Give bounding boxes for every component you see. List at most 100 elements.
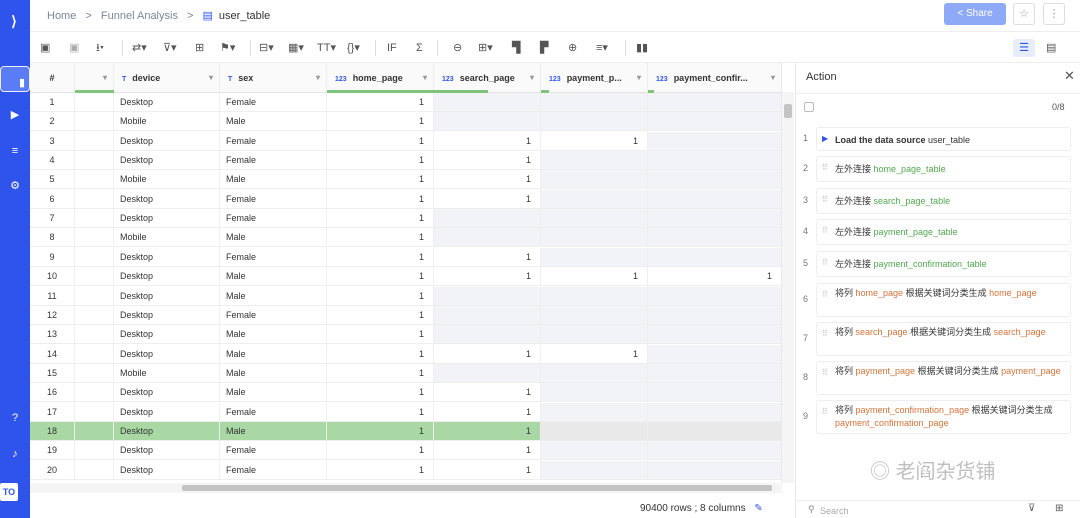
table-cell[interactable]: 1 xyxy=(327,209,434,229)
table-cell[interactable]: Male xyxy=(220,421,327,441)
table-cell[interactable]: Desktop xyxy=(114,286,220,306)
action-step[interactable]: ⠿ 将列 payment_page 根据关键词分类生成 payment_page xyxy=(816,361,1071,395)
table-cell[interactable] xyxy=(75,267,114,287)
chart-icon[interactable]: ▮▮ xyxy=(636,39,648,57)
table-cell[interactable] xyxy=(75,402,114,422)
table-row[interactable]: 10 Desktop Male 1 1 1 1 xyxy=(30,267,781,287)
layers-icon[interactable]: ≡ xyxy=(0,138,30,164)
table-cell[interactable]: Female xyxy=(220,93,327,112)
download-icon[interactable]: ⭳▾ xyxy=(96,39,104,57)
action-step[interactable]: ⠿ 左外连接 search_page_table xyxy=(816,188,1071,214)
table-cell[interactable] xyxy=(434,286,541,306)
table-row[interactable]: 14 Desktop Male 1 1 1 xyxy=(30,344,781,364)
table-cell[interactable]: 1 xyxy=(327,247,434,267)
action-step[interactable]: ⠿ 左外连接 payment_confirmation_table xyxy=(816,251,1071,277)
column-header[interactable]: 123 payment_p... ▾ xyxy=(541,63,648,93)
table-cell[interactable] xyxy=(434,228,541,248)
app-logo[interactable]: ⟩ xyxy=(4,10,24,32)
calendar-icon[interactable]: ▦▾ xyxy=(288,39,304,57)
table-cell[interactable] xyxy=(541,209,648,229)
table-cell[interactable]: Desktop xyxy=(114,93,220,112)
chevron-down-icon[interactable]: ▾ xyxy=(637,63,641,92)
table-cell[interactable] xyxy=(434,363,541,383)
help-icon[interactable]: ? xyxy=(0,405,30,431)
table-row[interactable]: 15 Mobile Male 1 xyxy=(30,363,781,383)
table-row[interactable]: 2 Mobile Male 1 xyxy=(30,112,781,132)
user-badge[interactable]: TO xyxy=(0,483,18,501)
table-row[interactable]: 12 Desktop Female 1 xyxy=(30,305,781,325)
sum-icon[interactable]: Σ xyxy=(416,39,423,57)
table-cell[interactable] xyxy=(541,305,648,325)
table-cell[interactable]: Female xyxy=(220,441,327,461)
table-cell[interactable]: 1 xyxy=(327,460,434,480)
table-cell[interactable] xyxy=(434,112,541,132)
table-cell[interactable] xyxy=(648,402,781,422)
table-cell[interactable]: Female xyxy=(220,189,327,209)
table-row[interactable]: 11 Desktop Male 1 xyxy=(30,286,781,306)
table-cell[interactable]: Desktop xyxy=(114,267,220,287)
table-cell[interactable]: 1 xyxy=(327,383,434,403)
table-cell[interactable]: 1 xyxy=(327,325,434,345)
table-cell[interactable]: Desktop xyxy=(114,421,220,441)
text-type-icon[interactable]: TT▾ xyxy=(317,39,336,57)
table-cell[interactable] xyxy=(75,247,114,267)
table-cell[interactable]: 1 xyxy=(327,402,434,422)
table-cell[interactable] xyxy=(75,383,114,403)
table-row[interactable]: 1 Desktop Female 1 xyxy=(30,93,781,112)
table-cell[interactable]: Desktop xyxy=(114,402,220,422)
table-cell[interactable] xyxy=(648,421,781,441)
table-cell[interactable]: Desktop xyxy=(114,325,220,345)
table-cell[interactable] xyxy=(541,247,648,267)
table-cell[interactable]: 1 xyxy=(434,247,541,267)
table-cell[interactable] xyxy=(648,363,781,383)
column-header[interactable]: 123 search_page ▾ xyxy=(434,63,541,93)
merge-icon[interactable]: ⊕ xyxy=(568,39,577,57)
table-cell[interactable] xyxy=(648,228,781,248)
table-cell[interactable]: Female xyxy=(220,151,327,171)
column-header[interactable]: 123 home_page ▾ xyxy=(327,63,434,93)
table-cell[interactable]: 1 xyxy=(327,267,434,287)
action-step[interactable]: ⠿ 将列 home_page 根据关键词分类生成 home_page xyxy=(816,283,1071,317)
table-cell[interactable] xyxy=(648,151,781,171)
table-cell[interactable]: 1 xyxy=(327,112,434,132)
table-cell[interactable] xyxy=(75,460,114,480)
text-format-icon[interactable]: IF xyxy=(387,39,397,57)
drag-handle-icon[interactable]: ⠿ xyxy=(822,224,828,237)
chevron-down-icon[interactable]: ▾ xyxy=(316,63,320,92)
table-cell[interactable]: 1 xyxy=(434,402,541,422)
table-cell[interactable] xyxy=(75,93,114,112)
table-row[interactable]: 20 Desktop Female 1 1 xyxy=(30,460,781,480)
table-cell[interactable]: Desktop xyxy=(114,383,220,403)
action-step[interactable]: ⠿ 左外连接 payment_page_table xyxy=(816,219,1071,245)
table-cell[interactable]: 1 xyxy=(434,170,541,190)
table-cell[interactable]: Mobile xyxy=(114,112,220,132)
table-cell[interactable] xyxy=(434,93,541,112)
table-cell[interactable] xyxy=(75,131,114,151)
table-row[interactable]: 4 Desktop Female 1 1 xyxy=(30,151,781,171)
table-cell[interactable]: Female xyxy=(220,305,327,325)
table-cell[interactable]: 1 xyxy=(434,131,541,151)
breadcrumb-home[interactable]: Home xyxy=(47,10,76,22)
column-header[interactable]: Tdevice ▾ xyxy=(114,63,220,93)
breadcrumb-parent[interactable]: Funnel Analysis xyxy=(101,10,178,22)
select-all-checkbox[interactable] xyxy=(804,102,814,112)
table-cell[interactable]: Male xyxy=(220,363,327,383)
table-cell[interactable] xyxy=(648,383,781,403)
table-cell[interactable]: Male xyxy=(220,170,327,190)
chevron-down-icon[interactable]: ▾ xyxy=(423,63,427,92)
table-cell[interactable] xyxy=(648,305,781,325)
table-cell[interactable] xyxy=(75,286,114,306)
table-cell[interactable] xyxy=(541,112,648,132)
edit-icon[interactable]: ✎ xyxy=(754,503,762,514)
table-cell[interactable]: Desktop xyxy=(114,305,220,325)
table-cell[interactable]: 1 xyxy=(434,151,541,171)
drag-handle-icon[interactable]: ⠿ xyxy=(822,161,828,174)
table-cell[interactable] xyxy=(648,344,781,364)
chevron-down-icon[interactable]: ▾ xyxy=(103,63,107,92)
table-cell[interactable]: Male xyxy=(220,383,327,403)
close-icon[interactable]: ✕ xyxy=(1064,68,1075,84)
filter-icon[interactable]: ⊽ xyxy=(1028,503,1035,514)
filter-icon[interactable]: ⊽▾ xyxy=(163,39,177,57)
table-cell[interactable]: 1 xyxy=(327,344,434,364)
table-cell[interactable] xyxy=(434,305,541,325)
